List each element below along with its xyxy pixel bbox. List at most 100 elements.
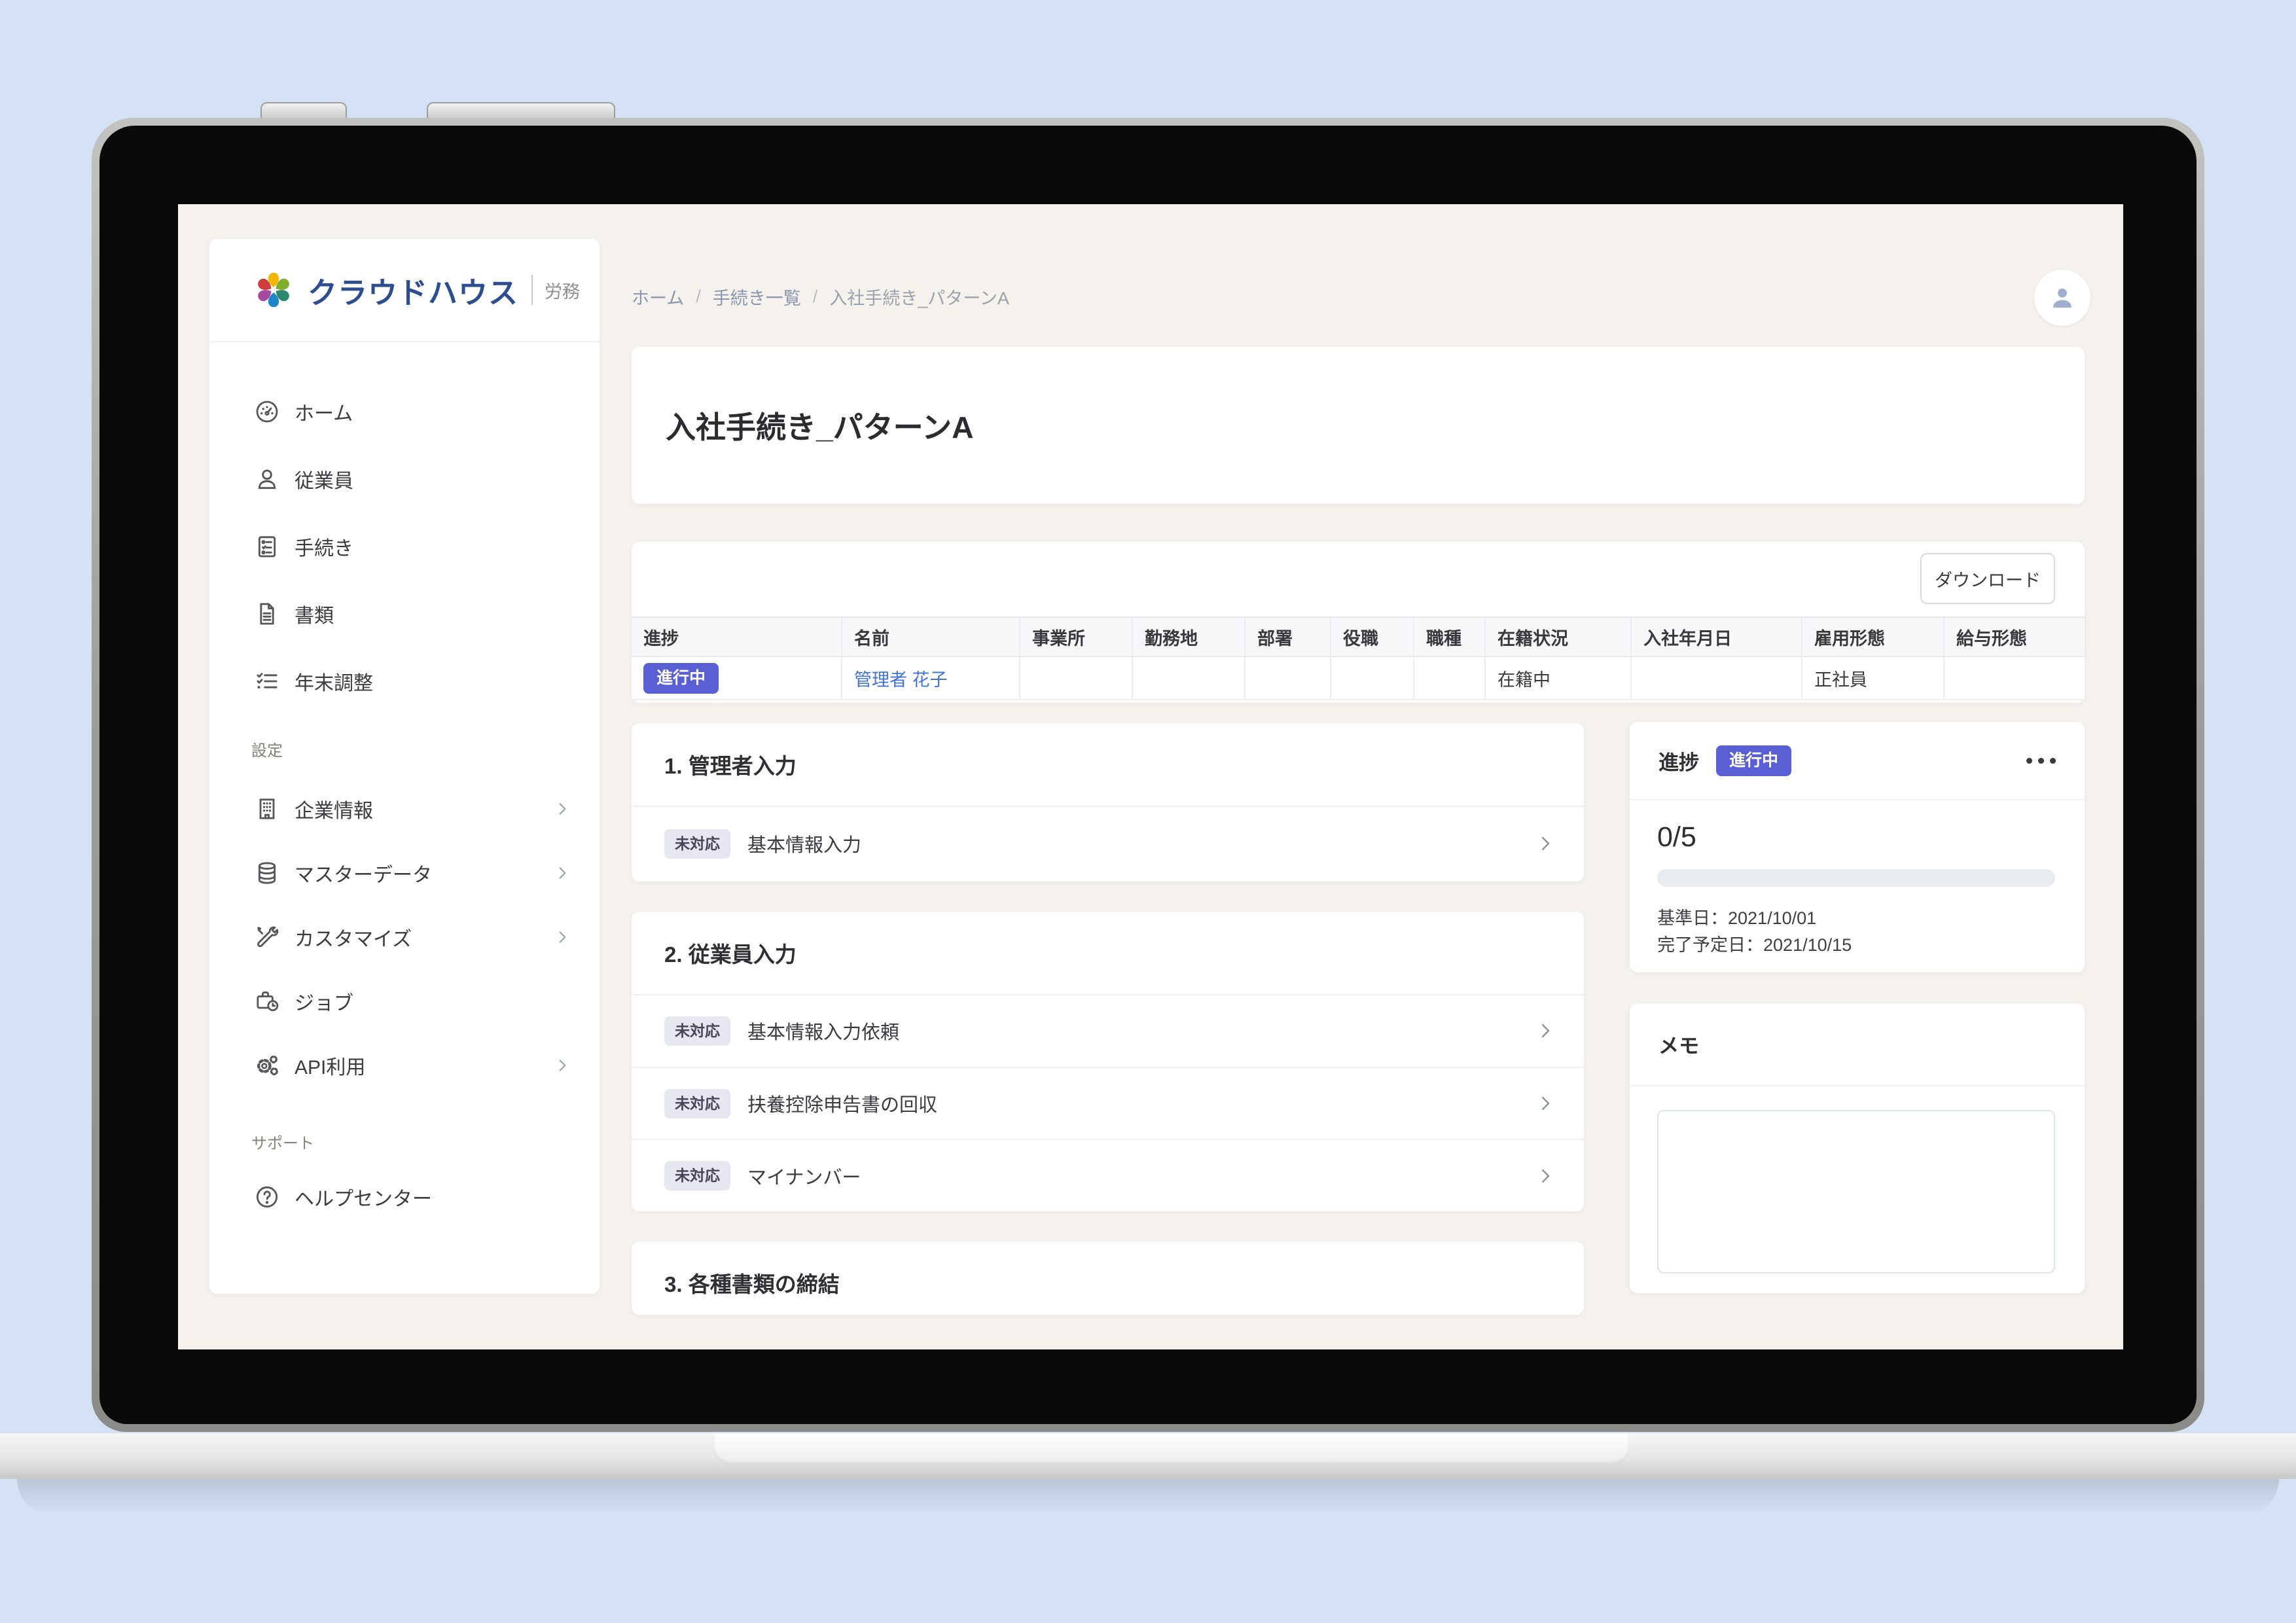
section-employee-input: 2. 従業員入力 未対応 基本情報入力依頼 未対応 扶養控除申告書の回収 未対応… bbox=[632, 912, 1584, 1211]
brand-name: クラウドハウス bbox=[308, 269, 518, 312]
sidebar-item-label: ヘルプセンター bbox=[295, 1183, 432, 1211]
laptop-base-notch bbox=[713, 1433, 1630, 1465]
cell-enrollment: 在籍中 bbox=[1484, 657, 1630, 699]
task-my-number[interactable]: 未対応 マイナンバー bbox=[632, 1140, 1584, 1211]
download-button[interactable]: ダウンロード bbox=[1920, 553, 2055, 604]
sidebar-item-procedures[interactable]: 手続き bbox=[209, 512, 600, 580]
table-row: 進行中 管理者 花子 在籍中 正社員 bbox=[632, 657, 2085, 700]
brand-logo[interactable]: クラウドハウス 労務 bbox=[209, 239, 600, 342]
column-header-progress: 進捗 bbox=[632, 618, 841, 656]
column-header-enrollment: 在籍状況 bbox=[1484, 618, 1630, 656]
sidebar-item-jobs[interactable]: ジョブ bbox=[209, 969, 600, 1033]
sidebar-item-home[interactable]: ホーム bbox=[209, 378, 600, 445]
breadcrumb-separator: / bbox=[696, 287, 701, 307]
sidebar-item-master-data[interactable]: マスターデータ bbox=[209, 841, 600, 905]
task-label: マイナンバー bbox=[747, 1162, 861, 1190]
chevron-right-icon bbox=[554, 1057, 571, 1074]
gears-icon bbox=[253, 1051, 281, 1080]
cell-office bbox=[1019, 657, 1132, 699]
sidebar-item-year-end-adjustment[interactable]: 年末調整 bbox=[209, 647, 600, 715]
sidebar-item-help-center[interactable]: ヘルプセンター bbox=[209, 1163, 600, 1230]
progress-panel: 進捗 進行中 0/5 基準日：2021/10/01 完了予定日：2021/10/… bbox=[1630, 722, 2085, 972]
cell-salary bbox=[1943, 657, 2085, 699]
briefcase-clock-icon bbox=[253, 987, 281, 1016]
progress-bar bbox=[1657, 869, 2055, 887]
progress-panel-title: 進捗 bbox=[1659, 746, 1699, 776]
breadcrumb-home-link[interactable]: ホーム bbox=[632, 284, 684, 310]
ellipsis-menu-button[interactable] bbox=[2026, 754, 2056, 768]
task-status-badge: 未対応 bbox=[664, 1089, 730, 1118]
employee-table-card: ダウンロード 進捗 名前 事業所 勤務地 部署 役職 職種 在籍状況 入社年月日… bbox=[632, 542, 2085, 703]
laptop-base-shadow bbox=[17, 1479, 2279, 1516]
sidebar-item-customize[interactable]: カスタマイズ bbox=[209, 905, 600, 969]
chevron-right-icon bbox=[1535, 1094, 1555, 1113]
sidebar-item-company-info[interactable]: 企業情報 bbox=[209, 777, 600, 841]
task-basic-info-request[interactable]: 未対応 基本情報入力依頼 bbox=[632, 995, 1584, 1068]
chevron-right-icon bbox=[554, 800, 571, 817]
cell-department bbox=[1244, 657, 1330, 699]
status-badge: 進行中 bbox=[643, 663, 719, 694]
sidebar-item-employees[interactable]: 従業員 bbox=[209, 445, 600, 512]
task-status-badge: 未対応 bbox=[664, 829, 730, 859]
tools-icon bbox=[253, 923, 281, 952]
column-header-salary: 給与形態 bbox=[1943, 618, 2085, 656]
memo-textarea[interactable] bbox=[1657, 1110, 2055, 1274]
sidebar-item-label: 書類 bbox=[295, 599, 334, 628]
employee-table: 進捗 名前 事業所 勤務地 部署 役職 職種 在籍状況 入社年月日 雇用形態 給… bbox=[632, 616, 2085, 700]
progress-panel-header: 進捗 進行中 bbox=[1630, 722, 2085, 800]
memo-panel-title: メモ bbox=[1659, 1029, 1699, 1059]
chevron-right-icon bbox=[1535, 1021, 1555, 1041]
sidebar-item-label: 手続き bbox=[295, 532, 353, 561]
progress-dates: 基準日：2021/10/01 完了予定日：2021/10/15 bbox=[1657, 905, 2056, 959]
user-avatar[interactable] bbox=[2034, 270, 2090, 326]
cell-jobtype bbox=[1413, 657, 1484, 699]
clipboard-list-icon bbox=[253, 532, 281, 561]
cell-employment: 正社員 bbox=[1801, 657, 1943, 699]
breadcrumb-procedures-link[interactable]: 手続き一覧 bbox=[713, 284, 801, 310]
column-header-location: 勤務地 bbox=[1132, 618, 1244, 656]
help-icon bbox=[253, 1183, 281, 1211]
task-status-badge: 未対応 bbox=[664, 1161, 730, 1190]
task-label: 扶養控除申告書の回収 bbox=[747, 1090, 937, 1117]
cell-progress: 進行中 bbox=[632, 657, 841, 699]
sidebar-item-label: マスターデータ bbox=[295, 859, 432, 887]
user-avatar-icon bbox=[2047, 283, 2077, 313]
sidebar-item-api[interactable]: API利用 bbox=[209, 1033, 600, 1097]
task-dependent-deduction-collection[interactable]: 未対応 扶養控除申告書の回収 bbox=[632, 1068, 1584, 1141]
breadcrumb-separator: / bbox=[813, 287, 818, 307]
chevron-right-icon bbox=[554, 929, 571, 946]
brand-divider bbox=[531, 275, 533, 305]
building-icon bbox=[253, 794, 281, 823]
column-header-office: 事業所 bbox=[1019, 618, 1132, 656]
memo-panel: メモ bbox=[1630, 1003, 2085, 1293]
employee-name-link[interactable]: 管理者 花子 bbox=[854, 666, 948, 691]
section-heading: 1. 管理者入力 bbox=[632, 723, 1584, 807]
sidebar-item-label: 従業員 bbox=[295, 465, 353, 493]
database-icon bbox=[253, 859, 281, 887]
sidebar-support-nav: ヘルプセンター bbox=[209, 1163, 600, 1230]
base-date: 基準日：2021/10/01 bbox=[1657, 905, 2056, 932]
chevron-right-icon bbox=[554, 865, 571, 882]
flower-logo-icon bbox=[253, 269, 295, 311]
gauge-icon bbox=[253, 397, 281, 426]
breadcrumb: ホーム / 手続き一覧 / 入社手続き_パターンA bbox=[632, 284, 1009, 310]
cell-position bbox=[1330, 657, 1413, 699]
sidebar-group-settings-label: 設定 bbox=[251, 738, 283, 760]
sidebar-item-documents[interactable]: 書類 bbox=[209, 580, 600, 647]
column-header-department: 部署 bbox=[1244, 618, 1330, 656]
person-icon bbox=[253, 465, 281, 493]
sidebar-item-label: API利用 bbox=[295, 1051, 365, 1080]
section-heading: 2. 従業員入力 bbox=[632, 912, 1584, 995]
sidebar-item-label: ホーム bbox=[295, 397, 353, 426]
column-header-jobtype: 職種 bbox=[1413, 618, 1484, 656]
app-screen: クラウドハウス 労務 ホーム 従業員 bbox=[178, 204, 2123, 1349]
sidebar: クラウドハウス 労務 ホーム 従業員 bbox=[209, 239, 600, 1294]
task-status-badge: 未対応 bbox=[664, 1016, 730, 1046]
task-basic-info-input[interactable]: 未対応 基本情報入力 bbox=[632, 807, 1584, 880]
page-title-card: 入社手続き_パターンA bbox=[632, 347, 2085, 504]
cell-hiredate bbox=[1630, 657, 1801, 699]
section-document-signing: 3. 各種書類の締結 bbox=[632, 1241, 1584, 1315]
breadcrumb-current: 入社手続き_パターンA bbox=[829, 284, 1009, 310]
cell-name: 管理者 花子 bbox=[841, 657, 1019, 699]
table-header-row: 進捗 名前 事業所 勤務地 部署 役職 職種 在籍状況 入社年月日 雇用形態 給… bbox=[632, 616, 2085, 657]
